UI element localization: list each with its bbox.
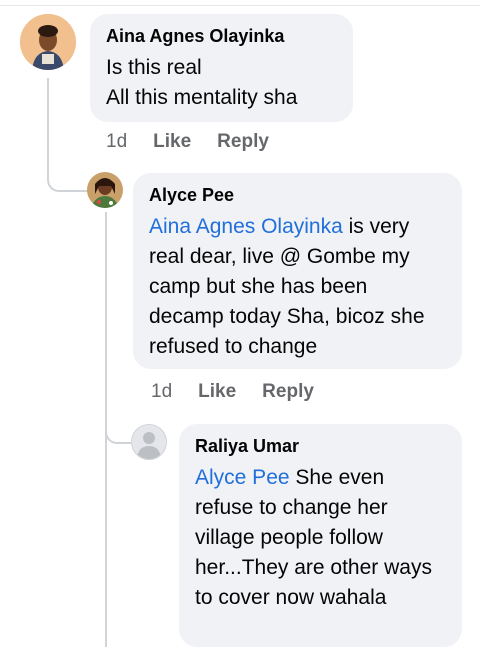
comment-bubble-raliya: Raliya Umar Alyce Pee She even refuse to… — [179, 424, 462, 647]
default-user-icon — [132, 425, 166, 459]
like-button[interactable]: Like — [198, 381, 236, 403]
avatar-aina[interactable] — [20, 14, 76, 70]
avatar-photo-icon — [20, 14, 76, 70]
like-button[interactable]: Like — [153, 131, 191, 153]
avatar-raliya[interactable] — [131, 424, 167, 460]
comment-actions: 1d Like Reply — [151, 381, 340, 403]
comment-author[interactable]: Aina Agnes Olayinka — [106, 26, 337, 47]
comment-author[interactable]: Alyce Pee — [149, 185, 446, 206]
comment-time[interactable]: 1d — [151, 381, 172, 403]
comment-text: Alyce Pee She even refuse to change her … — [195, 463, 446, 613]
comment-bubble-alyce: Alyce Pee Aina Agnes Olayinka is very re… — [133, 173, 462, 369]
avatar-photo-icon — [87, 172, 123, 208]
thread-line-main — [47, 78, 49, 178]
top-divider — [0, 0, 480, 6]
reply-button[interactable]: Reply — [217, 131, 269, 153]
mention-link[interactable]: Aina Agnes Olayinka — [149, 215, 343, 238]
thread-connector-reply-1 — [47, 168, 89, 192]
comment-text: Aina Agnes Olayinka is very real dear, l… — [149, 212, 446, 362]
comment-time[interactable]: 1d — [106, 131, 127, 153]
comment-author[interactable]: Raliya Umar — [195, 436, 446, 457]
comment-text-line: Is this real — [106, 56, 202, 79]
comment-bubble-aina: Aina Agnes Olayinka Is this real All thi… — [90, 14, 353, 122]
thread-connector-reply-2 — [105, 420, 131, 444]
comment-actions: 1d Like Reply — [106, 131, 295, 153]
mention-link[interactable]: Alyce Pee — [195, 466, 290, 489]
reply-button[interactable]: Reply — [262, 381, 314, 403]
avatar-alyce[interactable] — [87, 172, 123, 208]
comment-text-line: All this mentality sha — [106, 86, 298, 109]
